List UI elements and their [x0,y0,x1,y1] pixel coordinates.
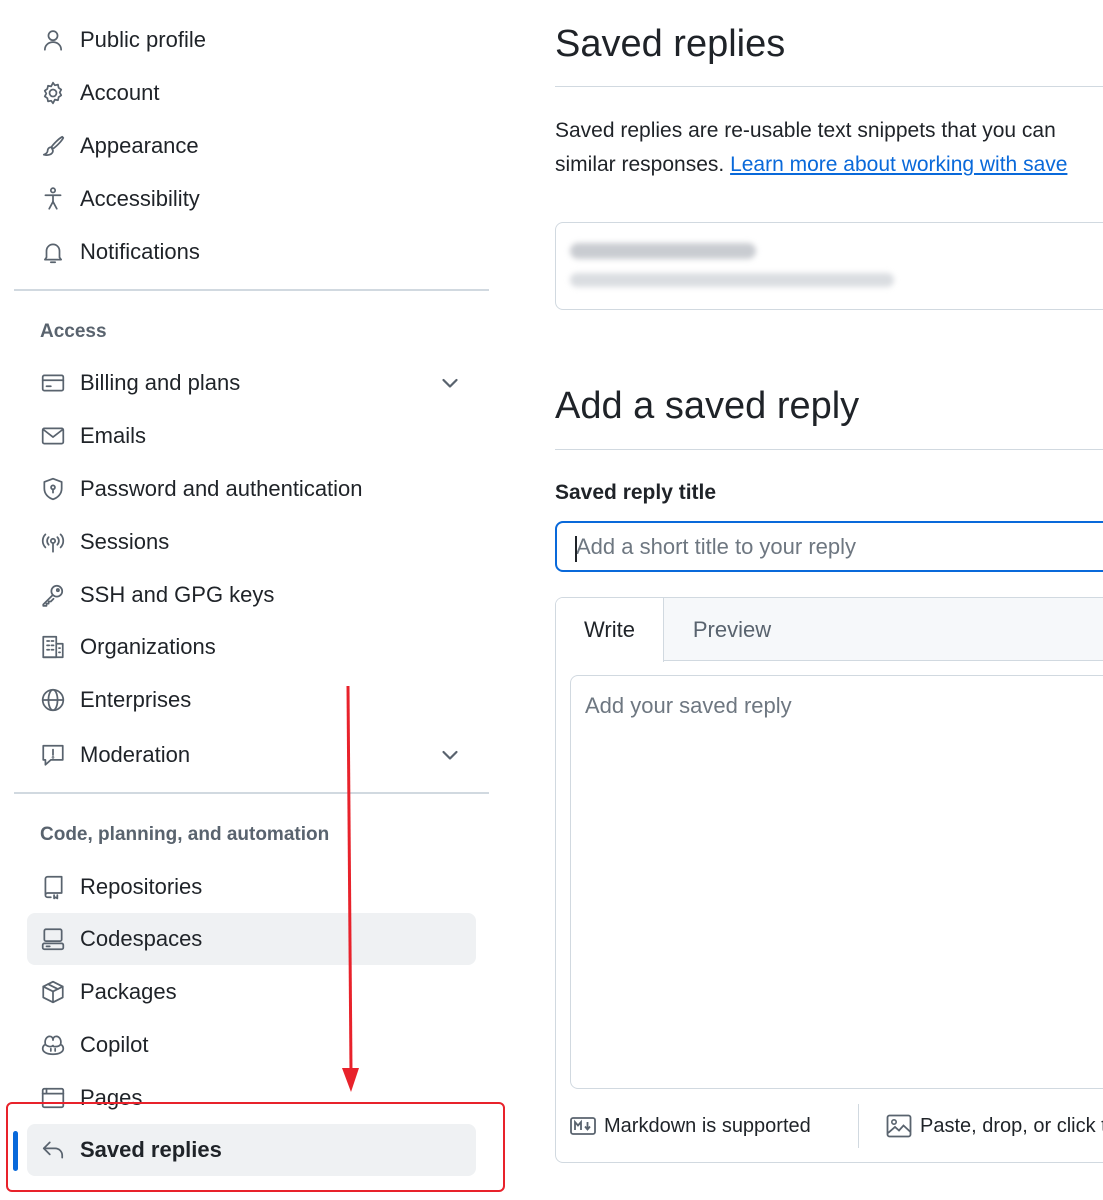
text-caret [575,536,577,562]
settings-sidebar: Public profile Account Appearance Access… [0,0,500,1200]
add-divider [555,449,1103,450]
page-title: Saved replies [555,23,786,65]
sidebar-item-notifications[interactable]: Notifications [27,227,476,277]
person-icon [39,26,67,54]
sidebar-item-public-profile[interactable]: Public profile [27,15,476,65]
sidebar-item-accessibility[interactable]: Accessibility [27,174,476,224]
add-reply-heading: Add a saved reply [555,385,860,427]
repo-icon [39,873,67,901]
copilot-icon [39,1031,67,1059]
page-description: Saved replies are re-usable text snippet… [555,114,1103,182]
sidebar-item-label: Sessions [80,529,170,554]
sidebar-item-codespaces[interactable]: Codespaces [27,913,476,965]
sidebar-item-account[interactable]: Account [27,68,476,118]
image-icon [886,1114,912,1138]
markdown-note: Markdown is supported [604,1114,811,1137]
sidebar-divider [14,289,489,291]
package-icon [39,978,67,1006]
mail-icon [39,422,67,450]
sidebar-item-label: Codespaces [80,926,203,951]
sidebar-divider [14,792,489,794]
reply-editor: Write Preview Markdown is supported Past… [555,597,1103,1163]
codespaces-icon [39,925,67,953]
broadcast-icon [39,528,67,556]
sidebar-item-label: Public profile [80,27,206,52]
sidebar-item-label: Enterprises [80,687,192,712]
sidebar-item-ssh-keys[interactable]: SSH and GPG keys [27,570,476,620]
chevron-down-icon[interactable] [438,371,462,395]
title-field-label: Saved reply title [555,481,717,504]
reply-title-input[interactable] [555,521,1103,572]
section-title-access: Access [40,321,107,342]
saved-reply-item[interactable] [555,222,1103,310]
description-text-line2: similar responses. [555,153,725,176]
sidebar-item-label: Account [80,80,160,105]
gear-icon [39,79,67,107]
key-icon [39,581,67,609]
credit-card-icon [39,369,67,397]
learn-more-link[interactable]: Learn more about working with save [730,153,1067,176]
sidebar-item-label: Password and authentication [80,476,363,501]
sidebar-item-password[interactable]: Password and authentication [27,464,476,514]
sidebar-item-label: Billing and plans [80,370,241,395]
sidebar-item-appearance[interactable]: Appearance [27,121,476,171]
sidebar-item-label: Moderation [80,742,191,767]
description-text: Saved replies are re-usable text snippet… [555,119,1056,142]
reply-body-textarea[interactable] [570,675,1103,1089]
paintbrush-icon [39,132,67,160]
paste-note: Paste, drop, or click t [920,1114,1103,1137]
shield-lock-icon [39,475,67,503]
markdown-icon [570,1117,596,1135]
sidebar-item-packages[interactable]: Packages [27,967,476,1017]
sidebar-item-organizations[interactable]: Organizations [27,622,476,672]
sidebar-item-moderation[interactable]: Moderation [27,730,476,780]
sidebar-item-label: Accessibility [80,186,200,211]
markdown-support-link[interactable]: Markdown is supported [570,1106,811,1146]
sidebar-item-sessions[interactable]: Sessions [27,517,476,567]
main-content: Saved replies Saved replies are re-usabl… [555,0,1103,1200]
sidebar-item-copilot[interactable]: Copilot [27,1020,476,1070]
annotation-arrow [342,685,359,1092]
sidebar-item-label: Packages [80,979,177,1004]
sidebar-item-billing[interactable]: Billing and plans [27,358,476,408]
sidebar-item-repositories[interactable]: Repositories [27,862,476,912]
attach-file-button[interactable]: Paste, drop, or click t [886,1106,1103,1146]
sidebar-item-enterprises[interactable]: Enterprises [27,675,476,725]
sidebar-item-label: Copilot [80,1032,149,1057]
globe-icon [39,686,67,714]
footer-divider [858,1104,859,1148]
organization-icon [39,633,67,661]
section-title-code: Code, planning, and automation [40,824,330,845]
tab-preview[interactable]: Preview [664,598,800,662]
sidebar-item-label: Emails [80,423,147,448]
sidebar-item-label: Notifications [80,239,200,264]
bell-icon [39,238,67,266]
sidebar-item-label: Repositories [80,874,203,899]
tab-write[interactable]: Write [556,598,664,662]
accessibility-icon [39,185,67,213]
report-icon [39,741,67,769]
redacted-reply-title [570,243,756,259]
redacted-reply-body [570,273,894,287]
sidebar-item-emails[interactable]: Emails [27,411,476,461]
sidebar-item-label: Appearance [80,133,199,158]
sidebar-item-label: Organizations [80,634,216,659]
annotation-highlight-box [6,1102,505,1192]
title-divider [555,86,1103,87]
chevron-down-icon[interactable] [438,743,462,767]
sidebar-item-label: SSH and GPG keys [80,582,275,607]
